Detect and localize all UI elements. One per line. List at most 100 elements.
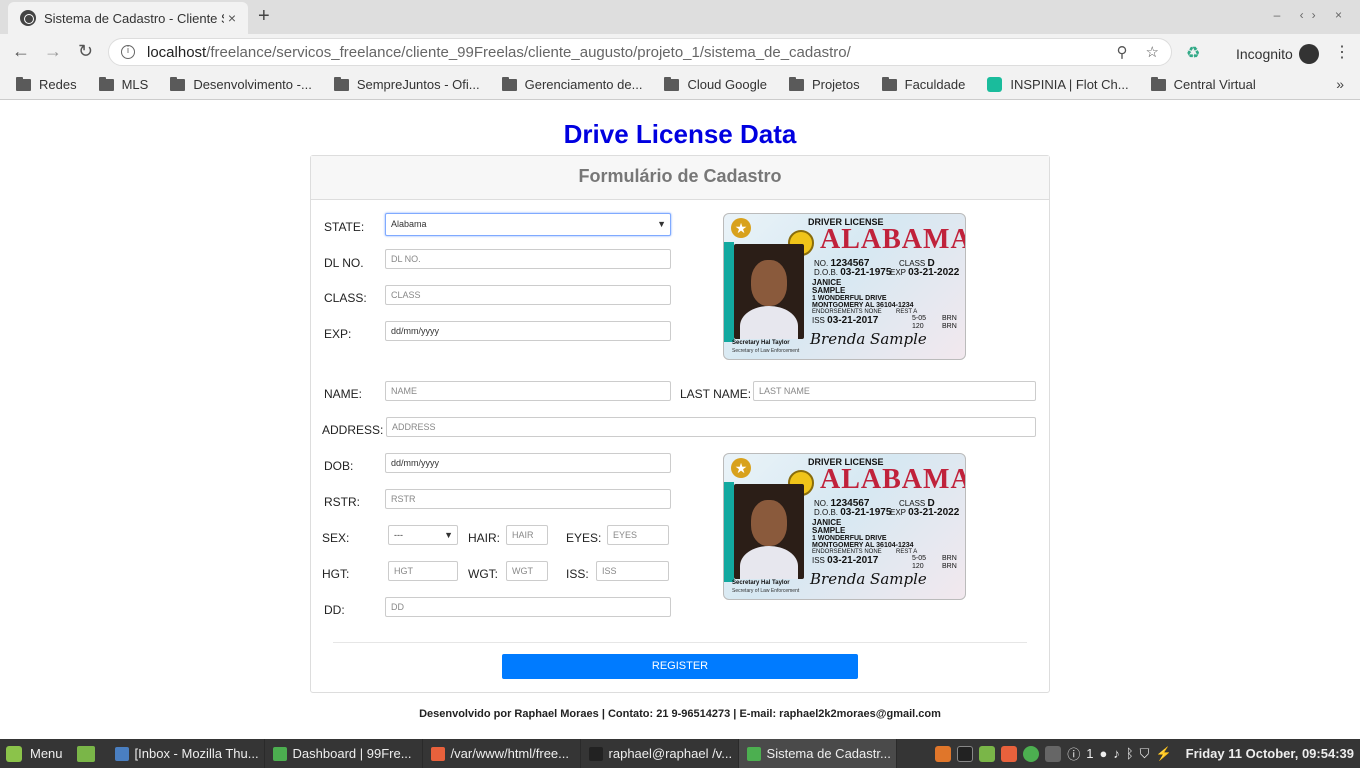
taskbar-window-label: /var/www/html/free... <box>450 746 569 761</box>
rstr-input[interactable]: RSTR <box>385 489 671 509</box>
site-info-icon[interactable]: i <box>121 45 135 59</box>
state-select[interactable]: Alabama ▼ <box>385 213 671 236</box>
firefox-icon[interactable] <box>935 745 952 762</box>
info-icon[interactable]: ⓘ <box>1067 744 1080 763</box>
hair-label: HAIR: <box>468 531 501 545</box>
wgt-input[interactable]: WGT <box>506 561 548 581</box>
screenshot-icon[interactable] <box>1045 745 1062 762</box>
folder-icon <box>788 76 804 91</box>
clock[interactable]: Friday 11 October, 09:54:39 <box>1186 746 1354 761</box>
page-footer: Desenvolvido por Raphael Moraes | Contat… <box>419 708 941 720</box>
bookmark-label: INSPINIA | Flot Ch... <box>1010 77 1129 92</box>
exp-date-input[interactable]: dd/mm/yyyy <box>385 321 671 341</box>
bookmark-item[interactable]: Projetos <box>788 76 860 92</box>
folder-icon <box>98 76 114 91</box>
dd-label: DD: <box>324 603 345 617</box>
last-name-input[interactable]: LAST NAME <box>753 381 1036 401</box>
eyes-label: EYES: <box>566 531 602 545</box>
registration-form: Formulário de Cadastro STATE: Alabama ▼ … <box>310 155 1050 693</box>
folder-icon <box>333 76 349 91</box>
address-bar[interactable]: i localhost /freelance/servicos_freelanc… <box>108 38 1172 66</box>
bookmark-item[interactable]: Faculdade <box>881 76 966 92</box>
taskbar-window[interactable]: raphael@raphael /v... <box>581 739 739 768</box>
user-icon[interactable]: ● <box>1100 746 1108 761</box>
license-preview-back: ★ DRIVER LICENSE ALABAMA NO. 1234567 CLA… <box>723 453 966 600</box>
license-last-name: SAMPLE <box>812 526 846 535</box>
incognito-indicator[interactable]: Incognito <box>1236 44 1319 64</box>
bookmark-item[interactable]: Desenvolvimento -... <box>170 76 312 92</box>
bookmark-label: SempreJuntos - Ofi... <box>356 77 480 92</box>
zoom-icon[interactable]: ⚲ <box>1117 43 1128 61</box>
star-icon: ★ <box>731 218 751 238</box>
bookmark-item[interactable]: INSPINIA | Flot Ch... <box>987 77 1129 92</box>
dl-no-label: DL NO. <box>324 256 364 270</box>
shield-icon[interactable]: ⛉ <box>1140 746 1150 762</box>
license-signature: Brenda Sample <box>810 330 927 348</box>
volume-icon[interactable]: ♪ <box>1113 746 1120 761</box>
hgt-input[interactable]: HGT <box>388 561 458 581</box>
page-content: Drive License Data Formulário de Cadastr… <box>0 101 1360 739</box>
taskbar-window[interactable]: Dashboard | 99Fre... <box>265 739 423 768</box>
bookmark-item[interactable]: MLS <box>98 76 148 92</box>
workspace-indicator[interactable]: 1 <box>1086 746 1093 761</box>
more-bookmarks-icon[interactable]: » <box>1336 76 1344 92</box>
os-taskbar: Menu [Inbox - Mozilla Thu... Dashboard | … <box>0 739 1360 768</box>
browser-menu-icon[interactable]: ⋮ <box>1334 42 1350 62</box>
license-photo <box>734 484 804 579</box>
incognito-label: Incognito <box>1236 46 1293 62</box>
extension-icon[interactable]: ♻ <box>1186 43 1200 63</box>
bookmark-item[interactable]: SempreJuntos - Ofi... <box>333 76 480 92</box>
window-controls[interactable]: – ‹› × <box>1274 8 1350 22</box>
hair-input[interactable]: HAIR <box>506 525 548 545</box>
bookmark-label: Faculdade <box>904 77 966 92</box>
class-input[interactable]: CLASS <box>385 285 671 305</box>
taskbar-window[interactable]: [Inbox - Mozilla Thu... <box>107 739 265 768</box>
close-tab-icon[interactable]: × <box>224 10 240 26</box>
chevron-down-icon: ▼ <box>444 530 453 540</box>
new-tab-button[interactable]: + <box>258 6 270 26</box>
files-icon[interactable] <box>979 745 996 762</box>
sex-select[interactable]: --- ▼ <box>388 525 458 545</box>
app-icon <box>746 746 761 761</box>
forward-icon[interactable]: → <box>44 41 62 61</box>
browser-tab[interactable]: Sistema de Cadastro - Cliente S × <box>8 2 248 34</box>
sex-select-value: --- <box>394 530 403 540</box>
bookmark-label: Projetos <box>811 77 860 92</box>
bluetooth-icon[interactable]: ᛒ <box>1126 746 1134 761</box>
dl-no-input[interactable]: DL NO. <box>385 249 671 269</box>
taskbar-window[interactable]: /var/www/html/free... <box>423 739 581 768</box>
hgt-label: HGT: <box>322 567 350 581</box>
address-label: ADDRESS: <box>322 423 384 437</box>
chrome-icon[interactable] <box>1023 745 1040 762</box>
bookmark-item[interactable]: Gerenciamento de... <box>501 76 642 92</box>
start-menu-button[interactable]: Menu <box>0 745 69 762</box>
iss-label: ISS: <box>566 567 589 581</box>
bookmark-star-icon[interactable]: ☆ <box>1146 43 1159 61</box>
terminal-icon[interactable] <box>957 745 974 762</box>
browser-toolbar: ← → ↻ i localhost /freelance/servicos_fr… <box>0 34 1360 70</box>
license-photo <box>734 244 804 339</box>
name-input[interactable]: NAME <box>385 381 671 401</box>
show-desktop-icon[interactable] <box>76 745 95 762</box>
bookmark-item[interactable]: Cloud Google <box>664 76 767 92</box>
dob-date-input[interactable]: dd/mm/yyyy <box>385 453 671 473</box>
taskbar-window-label: Sistema de Cadastr... <box>766 746 891 761</box>
reload-icon[interactable]: ↻ <box>78 41 93 61</box>
folder-icon <box>881 76 897 91</box>
class-label: CLASS: <box>324 291 367 305</box>
back-icon[interactable]: ← <box>12 41 30 61</box>
bookmark-item[interactable]: Redes <box>16 76 77 92</box>
address-input[interactable]: ADDRESS <box>386 417 1036 437</box>
taskbar-window[interactable]: Sistema de Cadastr... <box>738 739 897 768</box>
bookmark-item[interactable]: Central Virtual <box>1150 76 1256 92</box>
network-icon[interactable]: ⚡ <box>1155 746 1171 762</box>
iss-input[interactable]: ISS <box>596 561 669 581</box>
sublime-icon[interactable] <box>1001 745 1018 762</box>
eyes-input[interactable]: EYES <box>607 525 669 545</box>
app-icon <box>588 746 603 761</box>
taskbar-window-label: raphael@raphael /v... <box>608 746 733 761</box>
register-button[interactable]: REGISTER <box>502 654 858 679</box>
url-path: /freelance/servicos_freelance/cliente_99… <box>206 43 851 61</box>
dd-input[interactable]: DD <box>385 597 671 617</box>
license-last-name: SAMPLE <box>812 286 846 295</box>
